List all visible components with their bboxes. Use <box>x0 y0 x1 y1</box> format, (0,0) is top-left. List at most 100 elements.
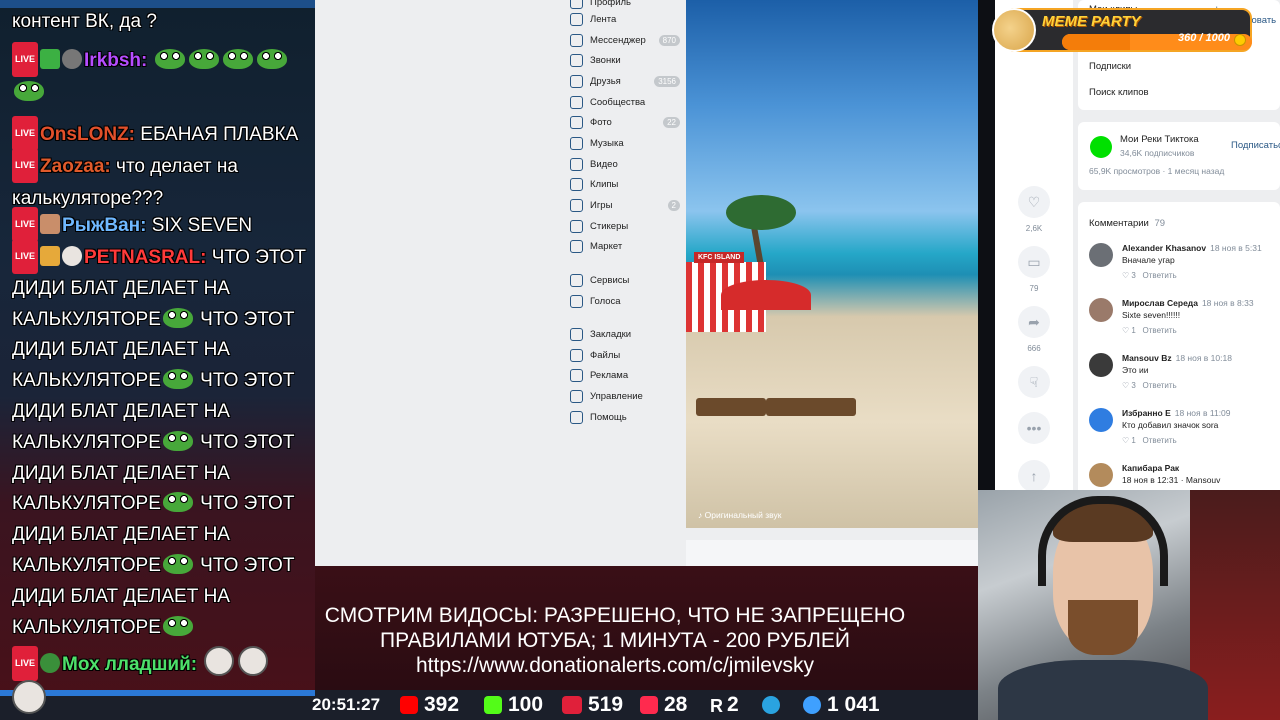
sidebar-item-manage[interactable]: Управление <box>570 386 680 406</box>
comment-header: Капибара Рак <box>1122 463 1183 473</box>
up-arrow-icon: ↑ <box>1018 460 1050 492</box>
original-sound-label[interactable]: ♪ Оригинальный звук <box>698 510 781 520</box>
sidebar-item-label: Реклама <box>590 369 629 381</box>
kick-viewers: 100 <box>484 693 543 717</box>
sidebar-item-messenger[interactable]: Мессенджер 870 <box>570 30 680 50</box>
sidebar-item-stickers[interactable]: Стикеры <box>570 216 680 236</box>
webcam <box>978 490 1280 720</box>
heart-button[interactable]: ♡ 2,6K <box>1016 186 1052 233</box>
comments-count: 79 <box>1154 218 1166 229</box>
comment-date: 18 ноя в 5:31 <box>1210 243 1262 253</box>
comment-footer: ♡ 1 Ответить <box>1122 436 1177 445</box>
sidebar-item-count: 2 <box>667 199 680 211</box>
comment-footer: ♡ 3 Ответить <box>1122 381 1177 390</box>
reply-button[interactable]: Ответить <box>1143 436 1177 445</box>
sidebar-item-bookmarks[interactable]: Закладки <box>570 324 680 344</box>
pepe-emote-icon <box>162 615 193 636</box>
sidebar-item-communities[interactable]: Сообщества <box>570 92 680 112</box>
commenter-name[interactable]: Alexander Khasanov <box>1122 243 1206 253</box>
stream-time: 20:51:27 <box>312 695 381 714</box>
chat-message: LIVE Irkbsh: <box>12 42 310 108</box>
subscribe-button[interactable]: Подписаться <box>1231 140 1280 151</box>
chat-text: SIX SEVEN <box>151 215 253 236</box>
dislike-button[interactable]: ☟ <box>1016 366 1052 398</box>
chat-message: LIVE PETNASRAL: ЧТО ЭТОТ ДИДИ БЛАТ ДЕЛАЕТ… <box>12 239 310 643</box>
sidebar-item-help[interactable]: Помощь <box>570 407 680 427</box>
reply-button[interactable]: Ответить <box>1143 271 1177 280</box>
sidebar-item-label: Музыка <box>590 137 624 149</box>
channel-avatar[interactable] <box>1090 136 1112 158</box>
live-badge: LIVE <box>12 116 39 151</box>
next-clip-preview[interactable] <box>686 540 978 566</box>
channel-card: Мои Реки Тиктока 34,6K подписчиков Подпи… <box>1078 122 1280 190</box>
channel-name[interactable]: Мои Реки Тиктока <box>1120 134 1199 145</box>
sidebar-item-votes[interactable]: Голоса <box>570 291 680 311</box>
meme-party-title: MEME PARTY <box>1042 13 1141 30</box>
vkplay-count: 28 <box>664 693 688 716</box>
clip-video[interactable]: KFC ISLAND ♪ Оригинальный звук <box>686 0 978 528</box>
sidebar-item-ads[interactable]: Реклама <box>570 365 680 385</box>
sidebar-item-files[interactable]: Файлы <box>570 345 680 365</box>
live-icon <box>562 696 582 714</box>
sidebar-item-label: Звонки <box>590 54 621 66</box>
sidebar-item-market[interactable]: Маркет <box>570 236 680 256</box>
sidebar-item-label: Сообщества <box>590 96 646 108</box>
search-clips-link[interactable]: Поиск клипов <box>1089 87 1149 98</box>
commenter-name[interactable]: Капибара Рак <box>1122 463 1179 473</box>
sidebar-item-services[interactable]: Сервисы <box>570 270 680 290</box>
commenter-name[interactable]: Mansouv Bz <box>1122 353 1172 363</box>
pepe-emote-icon <box>188 49 219 69</box>
rutube-count: 2 <box>727 693 739 716</box>
commenter-name[interactable]: Мирослав Середа <box>1122 298 1198 308</box>
pepe-emote-icon <box>162 307 193 328</box>
votes-icon <box>570 294 583 308</box>
comment-likes[interactable]: ♡ 3 <box>1122 271 1136 280</box>
comment-button[interactable]: ▭ 79 <box>1016 246 1052 293</box>
sidebar-item-count: 22 <box>663 116 680 128</box>
commenter-avatar[interactable] <box>1089 408 1113 432</box>
chat-text: контент ВК, да ? <box>12 11 157 32</box>
share-button[interactable]: ➦ 666 <box>1016 306 1052 353</box>
sidebar-item-label: Файлы <box>590 349 621 361</box>
commenter-avatar[interactable] <box>1089 463 1113 487</box>
streamer-shirt <box>998 660 1208 720</box>
messenger-icon <box>570 33 583 47</box>
comment-likes[interactable]: ♡ 1 <box>1122 436 1136 445</box>
views-and-date: 65,9K просмотров · 1 месяц назад <box>1089 166 1225 176</box>
more-button[interactable]: ••• <box>1016 412 1052 444</box>
bookmarks-icon <box>570 327 583 341</box>
reply-button[interactable]: Ответить <box>1143 381 1177 390</box>
sidebar-item-clips[interactable]: Клипы <box>570 174 680 194</box>
subscriptions-link[interactable]: Подписки <box>1089 61 1131 72</box>
comment-likes[interactable]: ♡ 1 <box>1122 326 1136 335</box>
sidebar-item-music[interactable]: Музыка <box>570 133 680 153</box>
youtube-count: 392 <box>424 693 460 716</box>
vkplay-icon <box>640 696 658 714</box>
commenter-name[interactable]: Избранно Е <box>1122 408 1171 418</box>
friends-icon <box>570 74 583 88</box>
sidebar-item-games[interactable]: Игры 2 <box>570 195 680 215</box>
comment-likes[interactable]: ♡ 3 <box>1122 381 1136 390</box>
sidebar-item-phone[interactable]: Звонки <box>570 50 680 70</box>
pepe-emote-icon <box>256 49 287 69</box>
commenter-avatar[interactable] <box>1089 243 1113 267</box>
sidebar-item-friends[interactable]: Друзья 3156 <box>570 71 680 91</box>
umbrella <box>721 280 811 310</box>
commenter-avatar[interactable] <box>1089 353 1113 377</box>
sidebar-item-photo[interactable]: Фото 22 <box>570 112 680 132</box>
up-arrow-button[interactable]: ↑ <box>1016 460 1052 492</box>
phone-icon <box>570 53 583 67</box>
reply-button[interactable]: Ответить <box>1143 326 1177 335</box>
sidebar-item-video[interactable]: Видео <box>570 154 680 174</box>
comment-text: Это ии <box>1122 365 1149 375</box>
sidebar-item-label: Маркет <box>590 240 623 252</box>
commenter-avatar[interactable] <box>1089 298 1113 322</box>
pepe-emote-icon <box>162 430 193 451</box>
sun-lounger <box>766 398 856 416</box>
live-count: 519 <box>588 693 624 716</box>
comments-card: Комментарии 79 Alexander Khasanov 18 ноя … <box>1078 202 1280 490</box>
sidebar-item-label: Друзья <box>590 75 621 87</box>
sidebar-item-label: Фото <box>590 116 612 128</box>
kick-count: 100 <box>508 693 544 716</box>
sidebar-item-feed[interactable]: Лента <box>570 9 680 29</box>
